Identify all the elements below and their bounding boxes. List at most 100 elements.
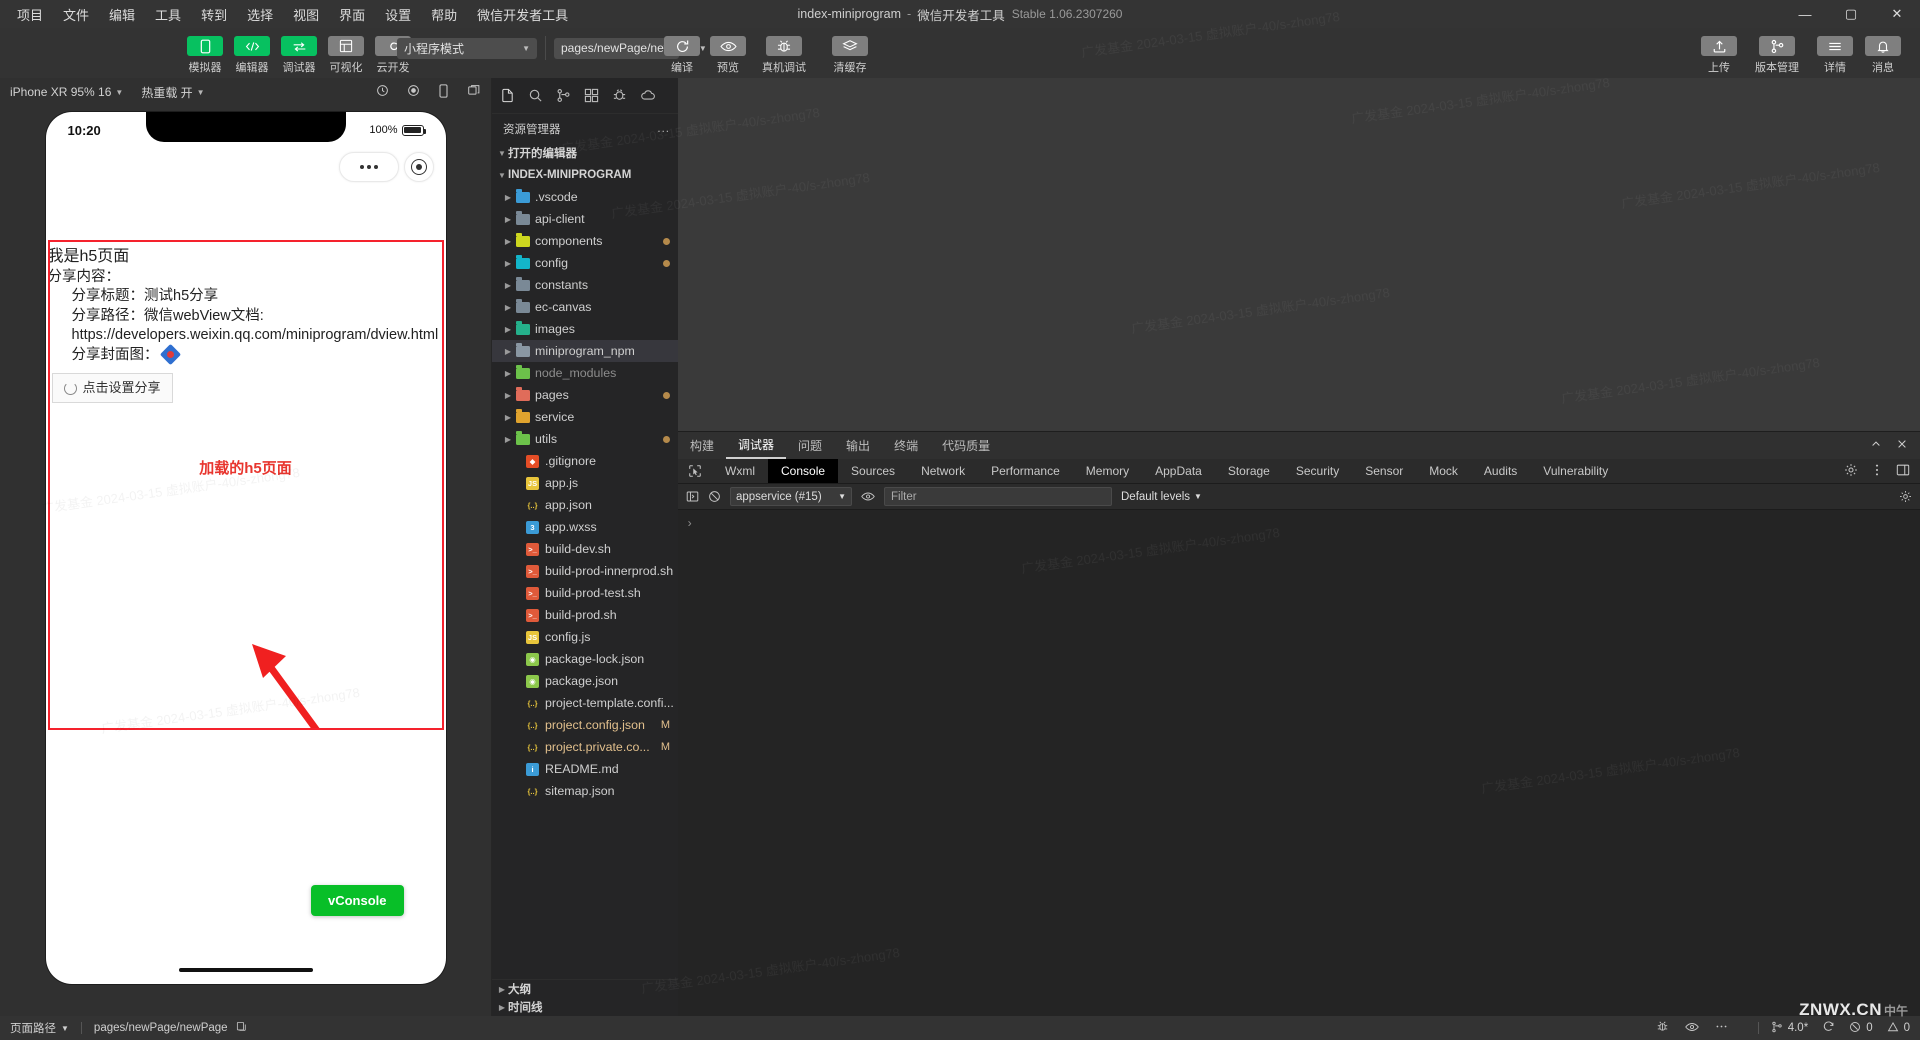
tree-file[interactable]: JS config.js [492, 626, 678, 648]
toolbar-button-可视化[interactable]: 可视化 [327, 36, 365, 75]
devtools-panel-Network[interactable]: Network [908, 459, 978, 483]
tree-file[interactable]: JS app.js [492, 472, 678, 494]
tree-file[interactable]: i README.md [492, 758, 678, 780]
chevron-right-icon[interactable]: ▶ [502, 215, 514, 224]
debug-icon[interactable] [612, 88, 627, 103]
toolbar-button-模拟器[interactable]: 模拟器 [186, 36, 224, 75]
tree-file[interactable]: >_ build-dev.sh [492, 538, 678, 560]
devtools-tab-终端[interactable]: 终端 [882, 432, 930, 459]
target-circle-icon[interactable] [403, 152, 434, 182]
devtools-panel-Audits[interactable]: Audits [1471, 459, 1530, 483]
devtools-panel-Sources[interactable]: Sources [838, 459, 908, 483]
tree-file[interactable]: ◆ .gitignore [492, 450, 678, 472]
dock-panel-icon[interactable] [1896, 463, 1910, 480]
toolbar-button-版本管理[interactable]: 版本管理 [1748, 36, 1806, 75]
close-button[interactable]: ✕ [1874, 0, 1920, 28]
devtools-panel-Console[interactable]: Console [768, 459, 839, 483]
compile-mode-select[interactable]: 小程序模式 ▼ [397, 37, 537, 59]
status-errors[interactable]: 0 [1849, 1021, 1873, 1036]
kebab-menu-icon[interactable] [1715, 1020, 1728, 1036]
chevron-right-icon[interactable]: ▶ [502, 413, 514, 422]
console-filter-input[interactable]: Filter [884, 487, 1112, 506]
menu-item-8[interactable]: 设置 [376, 1, 420, 28]
explorer-section-1[interactable]: ▶ 时间线 [492, 998, 678, 1016]
multi-window-icon[interactable] [467, 84, 481, 100]
tree-folder[interactable]: ▶ .vscode [492, 186, 678, 208]
toolbar-button-编辑器[interactable]: 编辑器 [233, 36, 271, 75]
chevron-right-icon[interactable]: ▶ [502, 303, 514, 312]
tree-folder[interactable]: ▶ ec-canvas [492, 296, 678, 318]
extensions-icon[interactable] [584, 88, 599, 103]
menu-item-1[interactable]: 文件 [54, 1, 98, 28]
toolbar-button-调试器[interactable]: 调试器 [280, 36, 318, 75]
tree-file[interactable]: >_ build-prod-test.sh [492, 582, 678, 604]
menu-item-9[interactable]: 帮助 [422, 1, 466, 28]
device-select[interactable]: iPhone XR 95% 16 ▼ [10, 85, 123, 99]
toolbar-button-清缓存[interactable]: 清缓存 [821, 36, 879, 75]
explorer-more-icon[interactable]: ... [657, 123, 670, 135]
toolbar-button-详情[interactable]: 详情 [1816, 36, 1854, 75]
menu-item-4[interactable]: 转到 [192, 1, 236, 28]
tree-folder[interactable]: ▶ config [492, 252, 678, 274]
devtools-panel-Security[interactable]: Security [1283, 459, 1352, 483]
refresh-circle-icon[interactable] [376, 84, 389, 100]
chevron-up-icon[interactable] [1870, 438, 1882, 453]
chevron-right-icon[interactable]: ▶ [502, 193, 514, 202]
status-warnings[interactable]: 0 [1887, 1021, 1910, 1036]
page-path-select[interactable]: pages/newPage/newP... ▼ [554, 37, 707, 59]
status-branch[interactable]: 4.0* [1771, 1021, 1808, 1036]
menu-item-5[interactable]: 选择 [238, 1, 282, 28]
devtools-panel-Mock[interactable]: Mock [1416, 459, 1471, 483]
tree-file[interactable]: {..} project.config.json M [492, 714, 678, 736]
chevron-right-icon[interactable]: ▶ [502, 259, 514, 268]
eye-icon[interactable] [1684, 1021, 1699, 1036]
project-root[interactable]: ▼ INDEX-MINIPROGRAM [492, 164, 678, 186]
inspect-cursor-icon[interactable] [678, 459, 712, 483]
tree-folder[interactable]: ▶ utils [492, 428, 678, 450]
tree-folder[interactable]: ▶ pages [492, 384, 678, 406]
status-path-mode[interactable]: 页面路径 ▼ [10, 1020, 69, 1036]
toolbar-button-消息[interactable]: 消息 [1864, 36, 1902, 75]
devtools-tab-调试器[interactable]: 调试器 [726, 432, 787, 459]
chevron-right-icon[interactable]: ▶ [502, 369, 514, 378]
tree-file[interactable]: {..} sitemap.json [492, 780, 678, 802]
devtools-tab-输出[interactable]: 输出 [834, 432, 882, 459]
chevron-right-icon[interactable]: ▶ [502, 325, 514, 334]
gear-icon[interactable] [1844, 463, 1858, 480]
menu-item-10[interactable]: 微信开发者工具 [468, 1, 577, 28]
menu-item-6[interactable]: 视图 [284, 1, 328, 28]
explorer-section-0[interactable]: ▶ 大纲 [492, 980, 678, 998]
clear-console-icon[interactable] [708, 490, 721, 503]
tree-file[interactable]: {..} project.private.co... M [492, 736, 678, 758]
tree-file[interactable]: ◉ package-lock.json [492, 648, 678, 670]
chevron-right-icon[interactable]: ▶ [502, 347, 514, 356]
chevron-right-icon[interactable]: ▶ [502, 237, 514, 246]
copy-icon[interactable] [236, 1021, 247, 1035]
console-levels-select[interactable]: Default levels ▼ [1121, 491, 1202, 503]
toolbar-button-真机调试[interactable]: 真机调试 [755, 36, 813, 75]
toolbar-button-上传[interactable]: 上传 [1700, 36, 1738, 75]
kebab-menu-icon[interactable] [1870, 463, 1884, 480]
tree-folder[interactable]: ▶ node_modules [492, 362, 678, 384]
chevron-right-icon[interactable]: ▶ [502, 281, 514, 290]
rotate-device-icon[interactable] [438, 83, 449, 101]
cloud-icon[interactable] [640, 88, 656, 103]
record-icon[interactable] [407, 84, 420, 100]
tree-file[interactable]: 3 app.wxss [492, 516, 678, 538]
menu-item-3[interactable]: 工具 [146, 1, 190, 28]
gear-icon[interactable] [1899, 490, 1912, 503]
toolbar-button-编译[interactable]: 编译 [663, 36, 701, 75]
tree-folder[interactable]: ▶ api-client [492, 208, 678, 230]
search-icon[interactable] [528, 88, 543, 103]
tree-file[interactable]: >_ build-prod-innerprod.sh [492, 560, 678, 582]
files-icon[interactable] [500, 88, 515, 103]
tree-file[interactable]: {..} project-template.confi... [492, 692, 678, 714]
console-output[interactable]: › [678, 510, 1920, 1016]
tree-folder[interactable]: ▶ components [492, 230, 678, 252]
chevron-right-icon[interactable]: ▶ [502, 435, 514, 444]
devtools-panel-AppData[interactable]: AppData [1142, 459, 1215, 483]
source-control-icon[interactable] [556, 88, 571, 103]
chevron-right-icon[interactable]: ▶ [502, 391, 514, 400]
tree-file[interactable]: ◉ package.json [492, 670, 678, 692]
bug-icon[interactable] [1656, 1020, 1669, 1036]
